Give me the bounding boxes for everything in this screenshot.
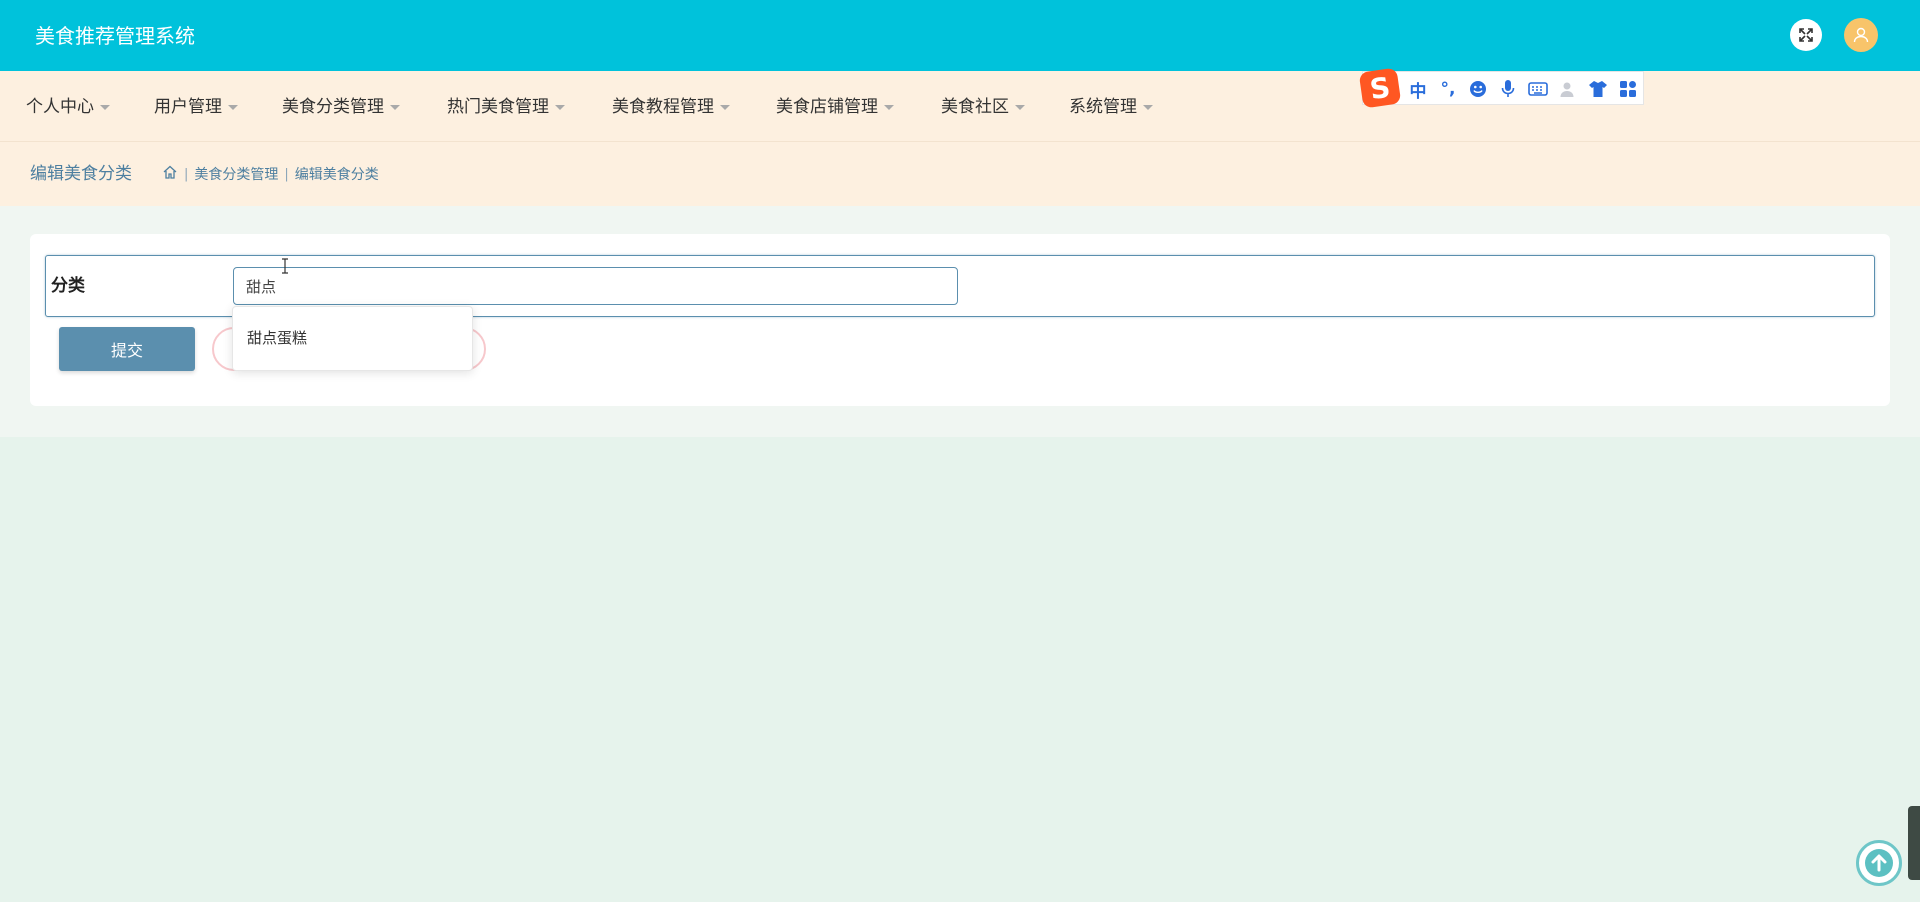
ime-mode-toggle[interactable]: 中: [1408, 79, 1428, 102]
grid-menu-icon[interactable]: [1618, 79, 1638, 99]
nav-item-shops[interactable]: 美食店铺管理: [776, 95, 894, 119]
autocomplete-option[interactable]: 甜点蛋糕: [247, 327, 307, 349]
ime-toolbar[interactable]: S 中 °,: [1358, 67, 1644, 109]
nav-item-label: 系统管理: [1069, 97, 1137, 117]
microphone-icon[interactable]: [1498, 79, 1518, 99]
breadcrumb-separator: |: [284, 167, 289, 182]
breadcrumb-bar: 编辑美食分类 | 美食分类管理 | 编辑美食分类: [0, 142, 1920, 206]
nav-item-label: 用户管理: [154, 97, 222, 117]
breadcrumb-separator: |: [184, 167, 189, 182]
back-to-top-button[interactable]: [1856, 840, 1902, 886]
nav-item-popular-food[interactable]: 热门美食管理: [447, 95, 565, 119]
emoji-icon[interactable]: [1468, 79, 1488, 99]
breadcrumb: | 美食分类管理 | 编辑美食分类: [162, 164, 379, 186]
caret-down-icon: [1015, 104, 1025, 110]
autocomplete-dropdown: 甜点蛋糕: [232, 306, 473, 371]
nav-item-personal-center[interactable]: 个人中心: [26, 95, 110, 119]
nav-item-tutorials[interactable]: 美食教程管理: [612, 95, 730, 119]
submit-button[interactable]: 提交: [59, 327, 195, 371]
caret-down-icon: [100, 104, 110, 110]
app-title: 美食推荐管理系统: [35, 24, 195, 48]
top-header: 美食推荐管理系统: [0, 0, 1920, 71]
shirt-icon[interactable]: [1588, 79, 1608, 99]
nav-item-label: 美食分类管理: [282, 97, 384, 117]
arrow-up-icon: [1865, 849, 1893, 877]
caret-down-icon: [720, 104, 730, 110]
nav-item-system[interactable]: 系统管理: [1069, 95, 1153, 119]
nav-item-label: 美食社区: [941, 97, 1009, 117]
nav-item-category-management[interactable]: 美食分类管理: [282, 95, 400, 119]
nav-item-user-management[interactable]: 用户管理: [154, 95, 238, 119]
category-input[interactable]: [233, 267, 958, 305]
nav-item-label: 美食教程管理: [612, 97, 714, 117]
fullscreen-button[interactable]: [1790, 19, 1822, 51]
page-title: 编辑美食分类: [30, 164, 132, 184]
category-label: 分类: [51, 276, 85, 296]
nav-item-label: 个人中心: [26, 97, 94, 117]
caret-down-icon: [228, 104, 238, 110]
expand-icon: [1799, 28, 1813, 42]
home-icon[interactable]: [162, 164, 178, 186]
ime-logo-icon[interactable]: S: [1358, 67, 1402, 109]
caret-down-icon: [1143, 104, 1153, 110]
ime-punctuation-toggle[interactable]: °,: [1438, 79, 1458, 99]
user-avatar-icon: [1853, 27, 1869, 43]
text-cursor-icon: [282, 258, 288, 274]
keyboard-icon[interactable]: [1528, 79, 1548, 99]
breadcrumb-link-category-management[interactable]: 美食分类管理: [194, 165, 278, 185]
user-avatar-button[interactable]: [1844, 18, 1878, 52]
side-widget-tab[interactable]: [1908, 806, 1920, 880]
caret-down-icon: [884, 104, 894, 110]
breadcrumb-current: 编辑美食分类: [294, 167, 379, 183]
caret-down-icon: [390, 104, 400, 110]
nav-item-community[interactable]: 美食社区: [941, 95, 1025, 119]
nav-item-label: 热门美食管理: [447, 97, 549, 117]
user-skin-icon[interactable]: [1558, 79, 1578, 99]
nav-item-label: 美食店铺管理: [776, 97, 878, 117]
caret-down-icon: [555, 104, 565, 110]
